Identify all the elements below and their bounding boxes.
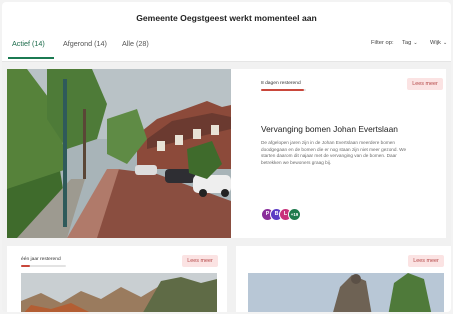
progress-bar [261,89,306,91]
progress-bar [21,265,66,267]
read-more-button[interactable]: Lees meer [408,255,444,267]
filter-label: Filter op: [371,40,394,46]
progress-fill [261,89,304,91]
app-frame: Gemeente Oegstgeest werkt momenteel aan … [2,2,451,312]
progress-fill [21,265,30,267]
wijk-dropdown-label: Wijk [430,40,441,46]
tab-actief[interactable]: Actief (14) [12,39,45,48]
street-trees-image [7,69,231,238]
active-tab-indicator [8,57,54,59]
avatar-count: +19 [288,208,301,221]
project-title: Vervanging bomen Johan Evertslaan [261,124,398,134]
project-card[interactable]: Lees meer [236,246,451,312]
read-more-button[interactable]: Lees meer [182,255,218,267]
project-card-featured[interactable]: 8 dagen resterend Lees meer Vervanging b… [7,69,446,238]
project-card[interactable]: één jaar resterend Lees meer [7,246,227,312]
statue-image [248,273,444,312]
page-header: Gemeente Oegstgeest werkt momenteel aan … [2,2,451,62]
tab-alle[interactable]: Alle (28) [122,39,149,48]
read-more-button[interactable]: Lees meer [407,78,443,90]
project-photo [7,69,231,238]
time-remaining: één jaar resterend [21,257,61,262]
page-title: Gemeente Oegstgeest werkt momenteel aan [136,13,317,23]
wijk-dropdown[interactable]: Wijk ⌄ [430,40,447,46]
chevron-down-icon: ⌄ [442,40,448,46]
project-photo [248,273,444,312]
tag-dropdown-label: Tag [402,40,412,46]
chevron-down-icon: ⌄ [413,40,418,46]
tag-dropdown[interactable]: Tag ⌄ [402,40,418,46]
trees-image [21,273,217,312]
tab-afgerond[interactable]: Afgerond (14) [63,39,107,48]
time-remaining: 8 dagen resterend [261,81,301,86]
project-photo [21,273,217,312]
project-description: De afgelopen jaren zijn in de Johan Ever… [261,140,407,165]
